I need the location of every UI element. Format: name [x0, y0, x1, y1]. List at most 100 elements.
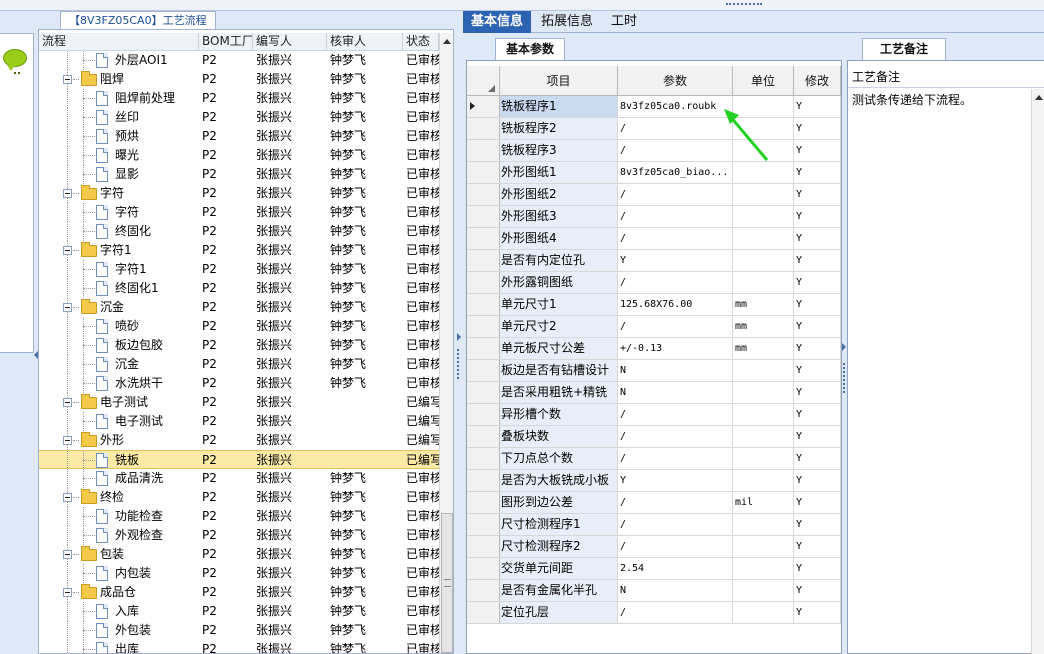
- param-row[interactable]: 外形图纸4/ Y: [467, 228, 841, 250]
- param-value-cell[interactable]: /: [618, 514, 733, 535]
- param-modify-cell[interactable]: Y: [794, 448, 841, 469]
- tree-row[interactable]: 丝印 P2 张振兴 钟梦飞 已审核: [39, 108, 439, 127]
- tree-col-flow[interactable]: 流程: [39, 33, 199, 51]
- tree-row[interactable]: 成品仓 P2 张振兴 钟梦飞 已审核: [39, 583, 439, 602]
- param-value-cell[interactable]: /: [618, 140, 733, 161]
- tab-process-remarks[interactable]: 工艺备注: [862, 38, 946, 60]
- tree-node-label[interactable]: 字符1: [115, 260, 147, 279]
- row-indicator[interactable]: [467, 140, 500, 161]
- row-indicator[interactable]: [467, 492, 500, 513]
- param-unit-cell[interactable]: [733, 96, 794, 117]
- param-unit-cell[interactable]: [733, 382, 794, 403]
- tree-node-label[interactable]: 板边包胶: [115, 336, 163, 355]
- tree-row[interactable]: 沉金 P2 张振兴 钟梦飞 已审核: [39, 298, 439, 317]
- tree-row[interactable]: 功能检查 P2 张振兴 钟梦飞 已审核: [39, 507, 439, 526]
- collapse-node-icon[interactable]: [63, 398, 72, 407]
- chat-bubble-icon[interactable]: [3, 49, 27, 74]
- param-value-cell[interactable]: /: [618, 316, 733, 337]
- grid-col-modify[interactable]: 修改: [794, 66, 841, 96]
- row-indicator[interactable]: [467, 602, 500, 623]
- param-unit-cell[interactable]: [733, 184, 794, 205]
- row-indicator[interactable]: [467, 250, 500, 271]
- param-unit-cell[interactable]: [733, 558, 794, 579]
- collapse-node-icon[interactable]: [63, 303, 72, 312]
- param-row[interactable]: 外形图纸2/ Y: [467, 184, 841, 206]
- param-modify-cell[interactable]: Y: [794, 316, 841, 337]
- tree-node-label[interactable]: 字符1: [100, 241, 132, 260]
- tree-node-label[interactable]: 电子测试: [115, 412, 163, 431]
- row-indicator[interactable]: [467, 404, 500, 425]
- row-indicator[interactable]: [467, 206, 500, 227]
- row-indicator[interactable]: [467, 184, 500, 205]
- tree-node-label[interactable]: 出库: [115, 640, 139, 653]
- tab-basic-info[interactable]: 基本信息: [463, 11, 532, 33]
- tab-basic-params[interactable]: 基本参数: [495, 38, 565, 60]
- tree-node-label[interactable]: 曝光: [115, 146, 139, 165]
- param-modify-cell[interactable]: Y: [794, 470, 841, 491]
- param-value-cell[interactable]: 8v3fz05ca0_biao...: [618, 162, 733, 183]
- row-indicator[interactable]: [467, 558, 500, 579]
- param-value-cell[interactable]: /: [618, 404, 733, 425]
- tree-node-label[interactable]: 阻焊: [100, 70, 124, 89]
- param-row[interactable]: 尺寸检测程序2/ Y: [467, 536, 841, 558]
- param-row[interactable]: 外形露铜图纸 / Y: [467, 272, 841, 294]
- tree-panel-title[interactable]: 【8V3FZ05CA0】工艺流程: [60, 11, 216, 29]
- tree-node-label[interactable]: 内包装: [115, 564, 151, 583]
- row-indicator[interactable]: [467, 514, 500, 535]
- grid-corner[interactable]: [467, 66, 500, 96]
- collapse-node-icon[interactable]: [63, 493, 72, 502]
- collapse-tree-icon[interactable]: [457, 333, 461, 341]
- tree-node-label[interactable]: 外包装: [115, 621, 151, 640]
- param-value-cell[interactable]: N: [618, 382, 733, 403]
- param-row[interactable]: 单元尺寸2/mm Y: [467, 316, 841, 338]
- param-unit-cell[interactable]: [733, 140, 794, 161]
- tree-row[interactable]: 字符1 P2 张振兴 钟梦飞 已审核: [39, 241, 439, 260]
- tree-node-label[interactable]: 电子测试: [100, 393, 148, 412]
- grid-col-param[interactable]: 参数: [618, 66, 733, 96]
- param-value-cell[interactable]: /: [618, 492, 733, 513]
- param-modify-cell[interactable]: Y: [794, 272, 841, 293]
- param-row[interactable]: 尺寸检测程序1/ Y: [467, 514, 841, 536]
- row-indicator[interactable]: [467, 272, 500, 293]
- tree-row[interactable]: 终固化 P2 张振兴 钟梦飞 已审核: [39, 222, 439, 241]
- tree-col-writer[interactable]: 编写人: [253, 33, 327, 51]
- top-splitter-grip[interactable]: [726, 3, 762, 6]
- tree-row[interactable]: 沉金 P2 张振兴 钟梦飞 已审核: [39, 355, 439, 374]
- param-row[interactable]: 铣板程序3/ Y: [467, 140, 841, 162]
- param-unit-cell[interactable]: mm: [733, 338, 794, 359]
- tree-row[interactable]: 板边包胶 P2 张振兴 钟梦飞 已审核: [39, 336, 439, 355]
- tree-node-label[interactable]: 显影: [115, 165, 139, 184]
- tree-row[interactable]: 外包装 P2 张振兴 钟梦飞 已审核: [39, 621, 439, 640]
- param-unit-cell[interactable]: [733, 162, 794, 183]
- row-indicator[interactable]: [467, 426, 500, 447]
- param-row[interactable]: 单元尺寸1 125.68X76.00 mm Y: [467, 294, 841, 316]
- collapse-node-icon[interactable]: [63, 436, 72, 445]
- tree-row[interactable]: 电子测试 P2 张振兴 已编写: [39, 393, 439, 412]
- row-indicator[interactable]: [467, 228, 500, 249]
- param-value-cell[interactable]: 2.54: [618, 558, 733, 579]
- param-unit-cell[interactable]: [733, 360, 794, 381]
- right-splitter-grip[interactable]: [843, 363, 846, 393]
- collapse-node-icon[interactable]: [63, 550, 72, 559]
- param-unit-cell[interactable]: [733, 426, 794, 447]
- row-indicator[interactable]: [467, 162, 500, 183]
- tree-node-label[interactable]: 阻焊前处理: [115, 89, 175, 108]
- tree-row[interactable]: 字符1 P2 张振兴 钟梦飞 已审核: [39, 260, 439, 279]
- param-value-cell[interactable]: /: [618, 426, 733, 447]
- scroll-up-icon[interactable]: [1035, 95, 1043, 100]
- collapse-node-icon[interactable]: [63, 75, 72, 84]
- tree-row[interactable]: 字符 P2 张振兴 钟梦飞 已审核: [39, 184, 439, 203]
- param-modify-cell[interactable]: Y: [794, 382, 841, 403]
- param-row[interactable]: 外形图纸3/ Y: [467, 206, 841, 228]
- tree-node-label[interactable]: 沉金: [100, 298, 124, 317]
- param-modify-cell[interactable]: Y: [794, 426, 841, 447]
- param-value-cell[interactable]: /: [618, 272, 733, 293]
- param-row[interactable]: 交货单元间距 2.54 Y: [467, 558, 841, 580]
- param-row[interactable]: 外形图纸1 8v3fz05ca0_biao... Y: [467, 162, 841, 184]
- param-modify-cell[interactable]: Y: [794, 294, 841, 315]
- param-modify-cell[interactable]: Y: [794, 580, 841, 601]
- tree-row[interactable]: 阻焊 P2 张振兴 钟梦飞 已审核: [39, 70, 439, 89]
- tree-node-label[interactable]: 外形: [100, 431, 124, 450]
- param-value-cell[interactable]: N: [618, 360, 733, 381]
- param-unit-cell[interactable]: [733, 536, 794, 557]
